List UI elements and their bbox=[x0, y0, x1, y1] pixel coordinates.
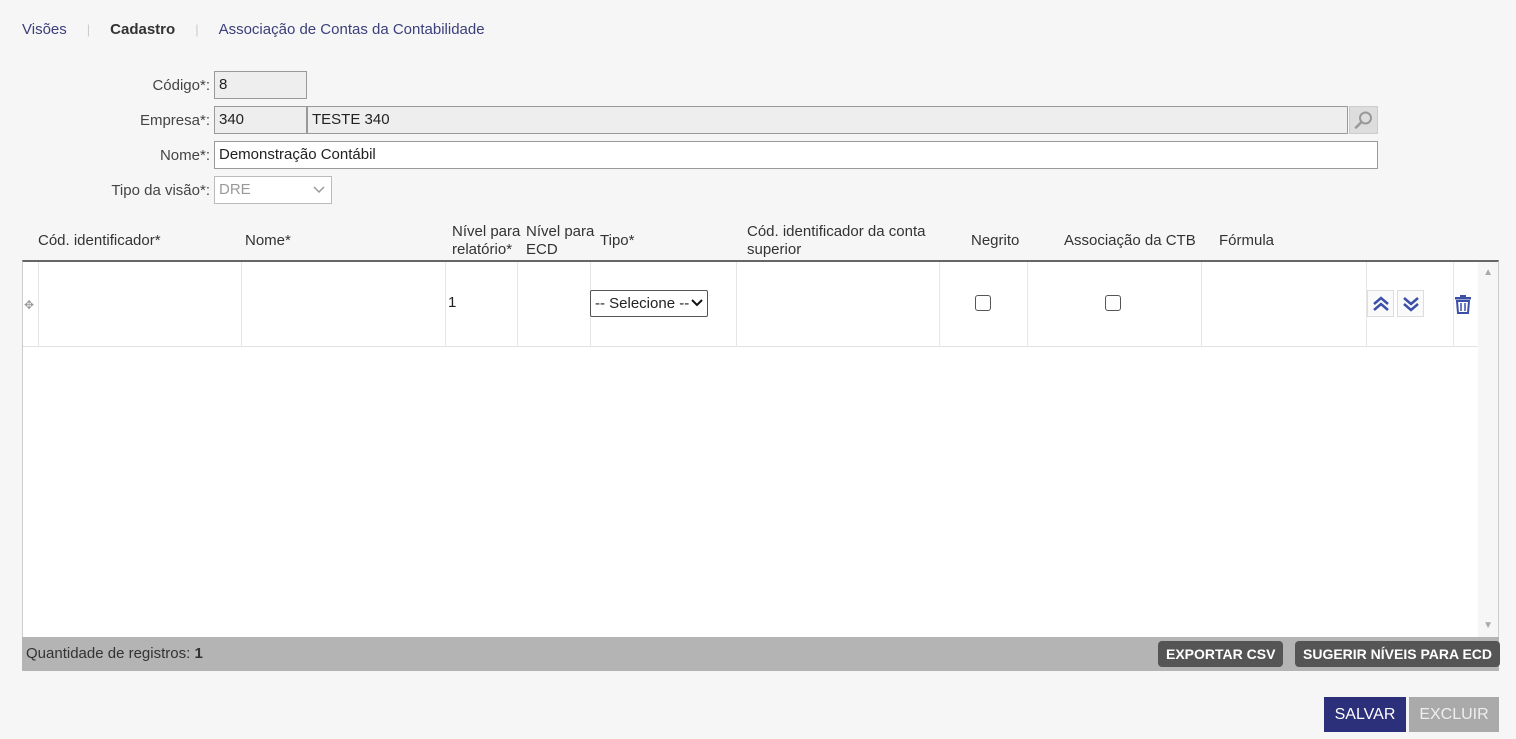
header-cod-superior-line1: Cód. identificador da conta bbox=[747, 223, 926, 240]
tipo-visao-label: Tipo da visão*: bbox=[111, 182, 210, 199]
empresa-search-button[interactable] bbox=[1349, 106, 1378, 134]
nome-input[interactable]: Demonstração Contábil bbox=[214, 141, 1378, 169]
breadcrumb: Visões | Cadastro | Associação de Contas… bbox=[22, 19, 485, 39]
scroll-up-icon[interactable]: ▲ bbox=[1483, 267, 1493, 278]
accounts-grid: ✥ 1 -- Selecione -- ▲ ▼ bbox=[22, 260, 1499, 637]
header-nome: Nome* bbox=[245, 232, 291, 249]
empresa-label: Empresa*: bbox=[139, 112, 210, 129]
drag-handle-icon[interactable]: ✥ bbox=[24, 298, 34, 312]
header-nivel-relatorio: Nível para relatório* bbox=[452, 223, 520, 259]
record-count-value: 1 bbox=[194, 645, 203, 662]
breadcrumb-separator: | bbox=[195, 21, 199, 37]
header-negrito: Negrito bbox=[971, 232, 1020, 249]
tipo-select-value: -- Selecione -- bbox=[595, 295, 690, 312]
header-nivel-relatorio-line2: relatório* bbox=[452, 241, 513, 258]
suggest-ecd-levels-button[interactable]: SUGERIR NÍVEIS PARA ECD bbox=[1295, 641, 1501, 667]
tipo-visao-value: DRE bbox=[219, 181, 251, 198]
nome-label: Nome*: bbox=[159, 147, 210, 164]
column-divider bbox=[1027, 262, 1028, 347]
record-count-label: Quantidade de registros: bbox=[26, 645, 191, 662]
column-divider bbox=[517, 262, 518, 347]
record-count: Quantidade de registros: 1 bbox=[26, 645, 203, 662]
breadcrumb-separator: | bbox=[86, 21, 91, 37]
header-formula: Fórmula bbox=[1219, 232, 1275, 249]
header-nivel-ecd-line1: Nível para bbox=[526, 223, 595, 240]
save-button[interactable]: SALVAR bbox=[1324, 697, 1406, 732]
codigo-label: Código*: bbox=[152, 77, 210, 94]
negrito-checkbox[interactable] bbox=[975, 295, 991, 311]
cell-nivel-relatorio[interactable]: 1 bbox=[448, 294, 456, 311]
empresa-code-field: 340 bbox=[214, 106, 307, 134]
tipo-select[interactable]: -- Selecione -- bbox=[590, 290, 708, 317]
search-icon bbox=[1354, 111, 1372, 129]
tipo-visao-select: DRE bbox=[214, 176, 332, 204]
double-chevron-down-icon bbox=[1402, 296, 1419, 312]
delete-button: EXCLUIR bbox=[1409, 697, 1499, 732]
grid-footer: Quantidade de registros: 1 EXPORTAR CSV … bbox=[22, 637, 1501, 671]
column-divider bbox=[939, 262, 940, 347]
grid-scrollbar[interactable]: ▲ ▼ bbox=[1478, 262, 1498, 637]
header-nivel-ecd-line2: ECD bbox=[526, 241, 558, 258]
trash-icon bbox=[1455, 295, 1471, 314]
delete-row-button[interactable] bbox=[1454, 294, 1472, 318]
breadcrumb-cadastro[interactable]: Cadastro bbox=[110, 21, 175, 38]
breadcrumb-visoes[interactable]: Visões bbox=[22, 21, 67, 38]
associacao-ctb-checkbox[interactable] bbox=[1105, 295, 1121, 311]
column-divider bbox=[445, 262, 446, 347]
column-divider bbox=[241, 262, 242, 347]
table-row: ✥ 1 -- Selecione -- bbox=[23, 262, 1479, 347]
header-associacao-ctb: Associação da CTB bbox=[1064, 232, 1196, 249]
header-cod-superior-line2: superior bbox=[747, 241, 802, 258]
scroll-down-icon[interactable]: ▼ bbox=[1483, 620, 1493, 631]
move-up-button[interactable] bbox=[1367, 290, 1394, 317]
double-chevron-up-icon bbox=[1372, 295, 1389, 311]
column-divider bbox=[38, 262, 39, 347]
header-tipo: Tipo* bbox=[600, 232, 635, 249]
chevron-down-icon bbox=[313, 186, 325, 194]
move-down-button[interactable] bbox=[1397, 290, 1424, 317]
export-csv-button[interactable]: EXPORTAR CSV bbox=[1158, 641, 1284, 667]
header-nivel-relatorio-line1: Nível para bbox=[452, 223, 521, 240]
header-cod-identificador: Cód. identificador* bbox=[38, 232, 161, 249]
breadcrumb-associacao[interactable]: Associação de Contas da Contabilidade bbox=[219, 21, 485, 38]
empresa-name-field: TESTE 340 bbox=[307, 106, 1348, 134]
header-nivel-ecd: Nível para ECD bbox=[526, 223, 594, 259]
column-divider bbox=[1201, 262, 1202, 347]
codigo-field: 8 bbox=[214, 71, 307, 99]
header-cod-superior: Cód. identificador da conta superior bbox=[747, 223, 925, 259]
chevron-down-icon bbox=[691, 299, 703, 307]
column-divider bbox=[736, 262, 737, 347]
